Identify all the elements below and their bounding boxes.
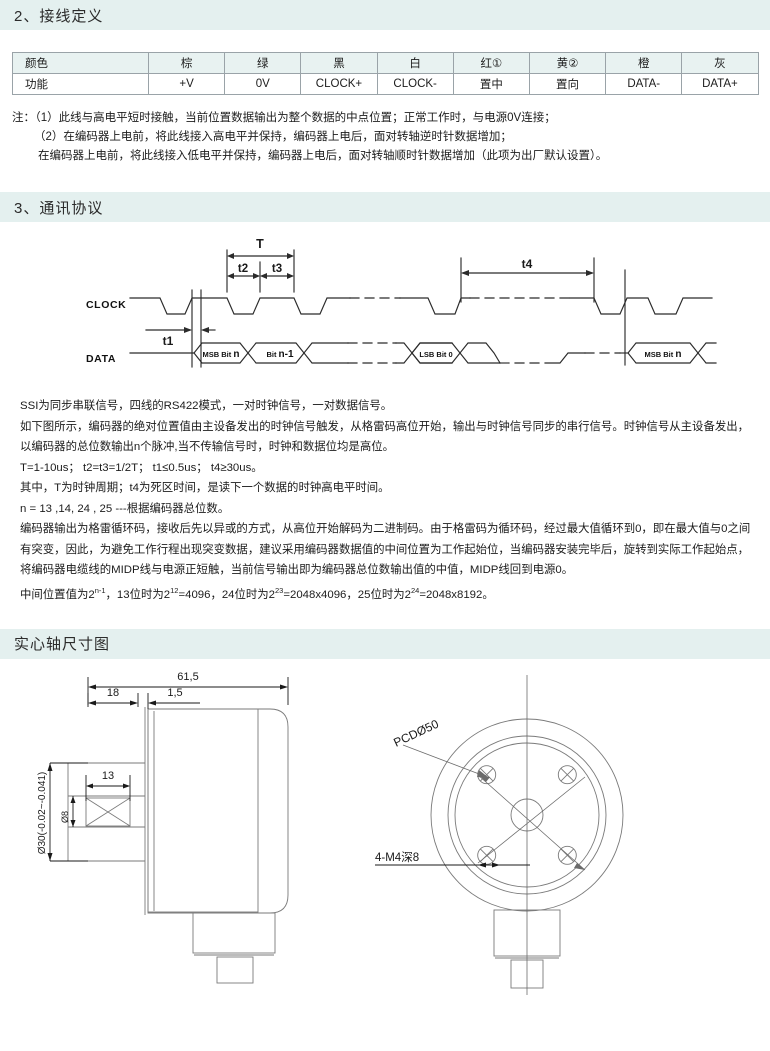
section-title-protocol: 3、通讯协议 — [14, 199, 104, 217]
protocol-line-1: SSI为同步串联信号，四线的RS422模式，一对时钟信号，一对数据信号。 — [20, 400, 393, 412]
dim-label-total-length: 61,5 — [177, 671, 198, 683]
table-cell-color: 红① — [452, 52, 530, 74]
table-cell-function: 置向 — [528, 73, 607, 95]
dim-label-flange-diameter: Ø30(-0.02~-0.041) — [37, 772, 48, 855]
midpoint-text-2: ，13位时为2 — [105, 588, 171, 601]
row-label-color: 颜色 — [12, 52, 149, 74]
table-cell-function: 0V — [224, 73, 302, 95]
side-view-dimensions — [47, 676, 289, 862]
protocol-description: SSI为同步串联信号，四线的RS422模式，一对时钟信号，一对数据信号。 如下图… — [0, 390, 770, 605]
note-line-3: 在编码器上电前，将此线接入低电平并保持，编码器上电后，面对转轴顺时针数据增加（此… — [38, 150, 608, 162]
dimension-drawings: 61,5 18 1,5 13 Ø30(-0.02~-0.041) Ø8 PCDØ… — [0, 665, 770, 995]
wiring-table-container: 颜色 棕 绿 黑 白 红① 黄② 橙 灰 功能 +V 0V CLOCK+ CLO… — [0, 30, 770, 95]
timing-label-clock: CLOCK — [86, 299, 126, 311]
timing-label-t4: t4 — [522, 257, 533, 271]
protocol-line-6: n = 13 ,14, 24 , 25 ---根据编码器总位数。 — [20, 502, 230, 515]
timing-label-t1: t1 — [163, 334, 174, 348]
protocol-line-8: 有突变，因此，为避免工作行程出现突变数据，建议采用编码器数据值的中间位置为工作起… — [20, 543, 750, 556]
table-cell-function: DATA- — [605, 73, 683, 95]
timing-bit-label-lsb-0: LSB Bit 0 — [419, 350, 452, 359]
dim-label-shaft-length: 18 — [107, 687, 119, 699]
protocol-line-5: 其中，T为时钟周期；t4为死区时间，是读下一个数据的时钟高电平时间。 — [20, 482, 390, 494]
section-header-protocol: 3、通讯协议 — [0, 192, 770, 222]
section-title-dimensions: 实心轴尺寸图 — [14, 636, 111, 654]
table-cell-color: 白 — [376, 52, 454, 74]
wiring-notes: 注：（1）此线与高电平短时接触，当前位置数据输出为整个数据的中点位置；正常工作时… — [0, 95, 770, 166]
timing-label-t3: t3 — [272, 263, 282, 275]
protocol-line-7: 编码器输出为格雷循环码，接收后先以异或的方式，从高位开始解码为二进制码。由于格雷… — [20, 523, 751, 535]
protocol-line-midpoint: 中间位置值为2n-1，13位时为212=4096，24位时为223=2048x4… — [20, 581, 760, 605]
timing-label-period: T — [256, 237, 264, 251]
timing-label-t2: t2 — [238, 263, 248, 275]
table-cell-function: CLOCK- — [376, 73, 454, 95]
timing-label-data: DATA — [86, 353, 116, 365]
note-line-2: （2）在编码器上电前，将此线接入高电平并保持，编码器上电后，面对转轴逆时针数据增… — [34, 131, 512, 143]
table-cell-function: CLOCK+ — [300, 73, 378, 95]
table-row-function: 功能 +V 0V CLOCK+ CLOCK- 置中 置向 DATA- DATA+ — [12, 73, 759, 95]
timing-bit-label-msb-n: MSB Bit n — [203, 349, 240, 360]
section-title-wiring: 2、接线定义 — [14, 7, 104, 25]
table-cell-color: 橙 — [605, 52, 683, 74]
table-cell-function: DATA+ — [681, 73, 759, 95]
wiring-definition-table: 颜色 棕 绿 黑 白 红① 黄② 橙 灰 功能 +V 0V CLOCK+ CLO… — [12, 52, 759, 95]
dim-label-flange-thickness: 1,5 — [167, 687, 182, 699]
midpoint-exp-1: n-1 — [94, 585, 106, 595]
table-row-color: 颜色 棕 绿 黑 白 红① 黄② 橙 灰 — [12, 52, 759, 74]
table-cell-function: 置中 — [452, 73, 530, 95]
dim-label-pcd: PCDØ50 — [391, 716, 441, 749]
dim-label-thread: 4-M4深8 — [375, 850, 419, 864]
protocol-line-9: 将编码器电缆线的MIDP线与电源正短触，当前信号输出即为编码器总位数输出值的中值… — [20, 564, 574, 576]
ssi-timing-diagram: T t2 t3 t4 t1 CLOCK DATA MSB Bit n Bit n… — [0, 230, 770, 390]
section-header-dimensions: 实心轴尺寸图 — [0, 628, 770, 659]
side-view-drawing — [67, 706, 289, 984]
table-cell-color: 黑 — [300, 52, 378, 74]
table-cell-function: +V — [147, 73, 226, 95]
table-cell-color: 灰 — [681, 52, 759, 74]
timing-bit-label-msb-n-next: MSB Bit n — [645, 349, 682, 360]
dim-label-shaft-diameter: Ø8 — [60, 811, 70, 823]
dim-label-keyway-length: 13 — [102, 770, 114, 782]
table-cell-color: 绿 — [224, 52, 302, 74]
timing-bit-label-n-minus-1: Bit n-1 — [266, 349, 294, 360]
note-line-1: 注：（1）此线与高电平短时接触，当前位置数据输出为整个数据的中点位置；正常工作时… — [12, 112, 556, 124]
row-label-function: 功能 — [12, 73, 149, 95]
table-cell-color: 黄② — [528, 52, 607, 74]
midpoint-text-5: =2048x8192。 — [419, 588, 494, 601]
section-header-wiring: 2、接线定义 — [0, 0, 770, 30]
protocol-line-4: T=1-10us； t2=t3=1/2T； t1≤0.5us； t4≥30us。 — [20, 461, 263, 474]
midpoint-text-1: 中间位置值为2 — [20, 588, 95, 601]
midpoint-text-4: =2048x4096，25位时为2 — [283, 588, 411, 601]
table-cell-color: 棕 — [147, 52, 226, 74]
protocol-line-2: 如下图所示，编码器的绝对位置值由主设备发出的时钟信号触发，从格雷码高位开始，输出… — [20, 420, 750, 433]
protocol-line-3: 以编码器的总位数输出n个脉冲,当不传输信号时，时钟和数据位均是高位。 — [20, 441, 395, 453]
midpoint-text-3: =4096，24位时为2 — [178, 588, 276, 601]
